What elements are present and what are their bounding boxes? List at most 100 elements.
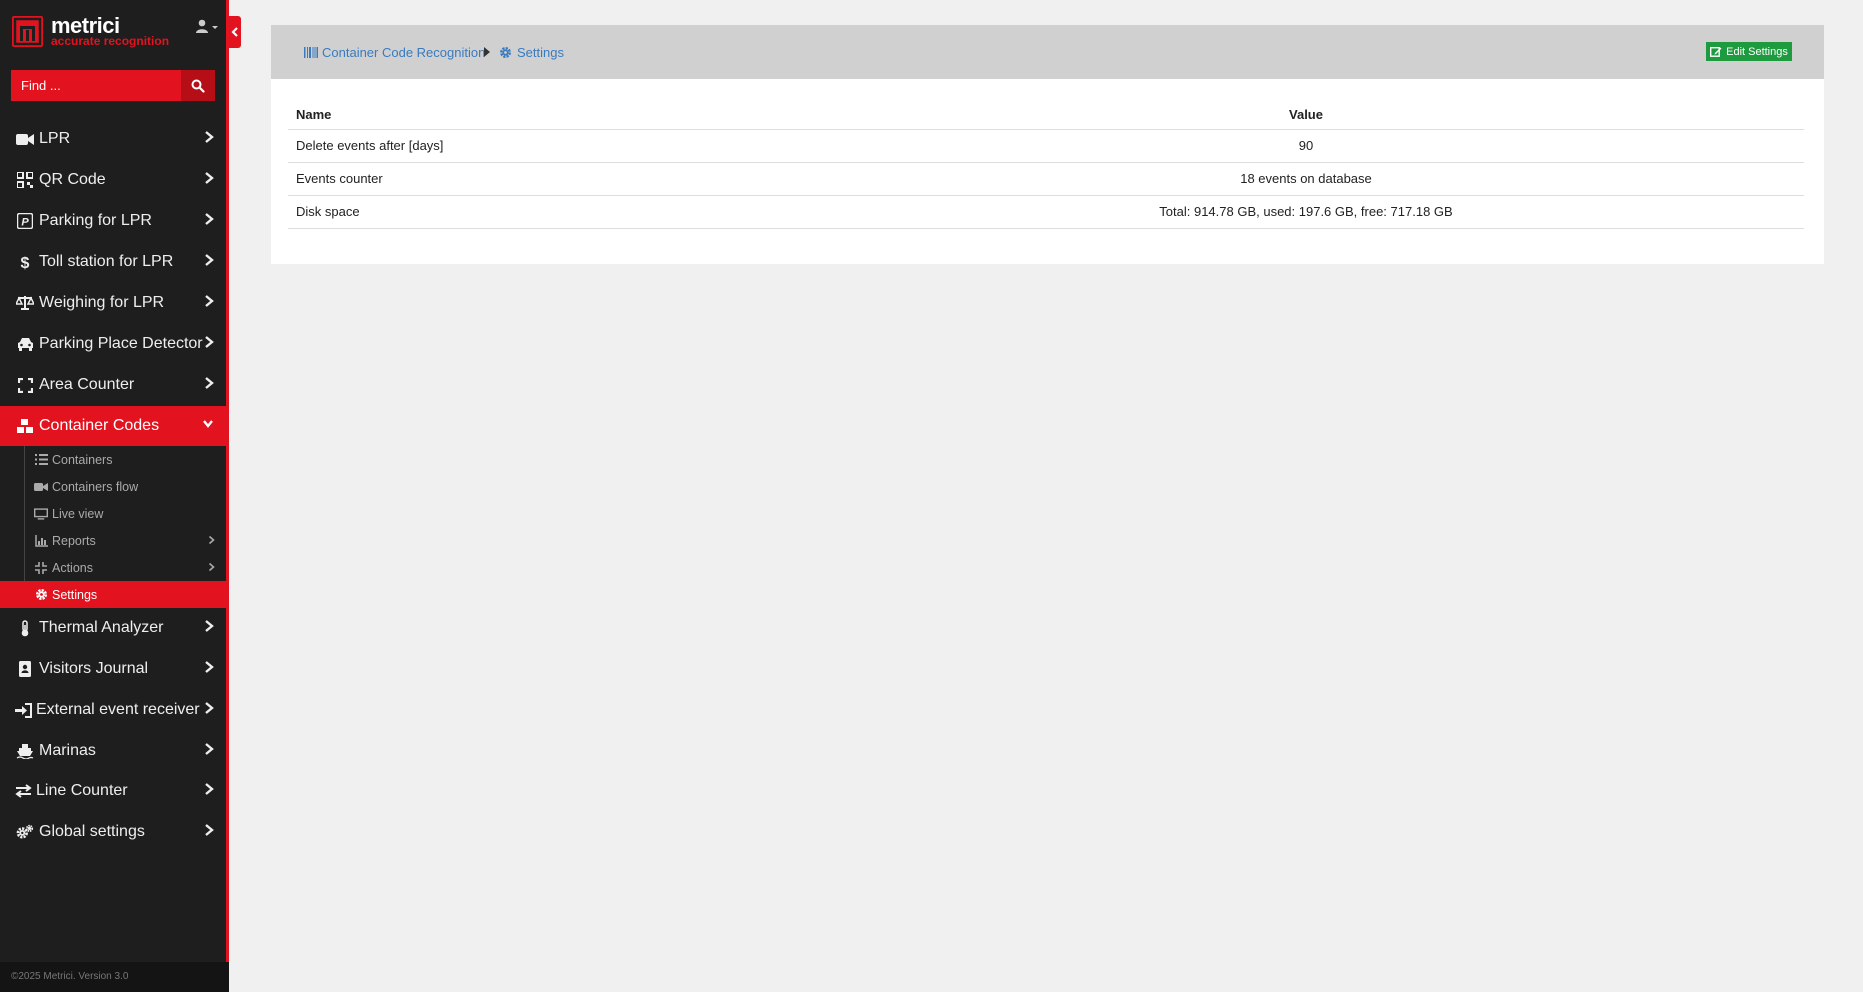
search-input[interactable]	[11, 70, 181, 101]
sidebar-item-label: Global settings	[39, 823, 145, 840]
thermometer-icon	[16, 619, 34, 636]
breadcrumb-container-code-recognition[interactable]: Container Code Recognition	[304, 44, 485, 60]
chevron-right-icon	[205, 377, 214, 389]
chevron-right-icon	[205, 824, 214, 836]
sidebar-item-label: Container Codes	[39, 417, 160, 434]
sidebar-item-label: Toll station for LPR	[39, 253, 174, 270]
gear-icon	[34, 588, 48, 601]
sidebar-item-external-event-receiver[interactable]: External event receiver	[0, 690, 229, 730]
sidebar-subitem-label: Containers flow	[52, 480, 139, 494]
sidebar-item-label: External event receiver	[36, 701, 200, 718]
sidebar-subitem-label: Settings	[52, 588, 98, 602]
sidebar-item-label: LPR	[39, 130, 71, 147]
setting-name: Delete events after [days]	[288, 129, 808, 163]
cogs-icon	[16, 824, 34, 840]
expand-icon	[16, 377, 34, 393]
breadcrumb-label: Container Code Recognition	[322, 44, 486, 60]
search-button[interactable]	[181, 70, 215, 101]
chevron-right-icon	[208, 535, 215, 545]
caret-down-icon	[212, 26, 218, 29]
sidebar-item-label: Marinas	[39, 742, 96, 759]
sidebar-subitem-actions[interactable]: Actions	[0, 554, 229, 581]
copyright: ©2025 Metrici. Version 3.0	[0, 962, 229, 992]
sidebar-search	[11, 70, 215, 101]
chevron-right-icon	[205, 172, 214, 184]
setting-value: Total: 914.78 GB, used: 197.6 GB, free: …	[808, 195, 1804, 229]
sidebar-subitem-containers-flow[interactable]: Containers flow	[0, 473, 229, 500]
chevron-right-icon	[205, 783, 214, 795]
sidebar-item-visitors-journal[interactable]: Visitors Journal	[0, 649, 229, 689]
chevron-left-icon	[231, 27, 238, 37]
monitor-icon	[34, 507, 48, 520]
edit-settings-label: Edit Settings	[1726, 45, 1788, 58]
chevron-right-icon	[205, 254, 214, 266]
sidebar-item-label: Weighing for LPR	[39, 294, 165, 311]
settings-panel: Container Code Recognition Settings Edit…	[271, 25, 1824, 264]
chevron-right-icon	[205, 336, 214, 348]
sidebar-subitem-live-view[interactable]: Live view	[0, 500, 229, 527]
ship-icon	[16, 743, 34, 759]
setting-value: 18 events on database	[808, 162, 1804, 196]
sidebar-item-thermal-analyzer[interactable]: Thermal Analyzer	[0, 608, 229, 648]
chevron-right-icon	[205, 620, 214, 632]
breadcrumb-settings[interactable]: Settings	[499, 44, 564, 60]
sidebar-subitem-label: Live view	[52, 507, 104, 521]
sidebar-subitem-settings[interactable]: Settings	[0, 581, 229, 608]
sidebar: metrici accurate recognition LPR QR Code	[0, 0, 229, 992]
edit-settings-button[interactable]: Edit Settings	[1706, 42, 1792, 61]
sidebar-subitem-containers[interactable]: Containers	[0, 446, 229, 473]
table-header-row: Name Value	[288, 101, 1804, 130]
sidebar-item-qr-code[interactable]: QR Code	[0, 160, 229, 200]
video-camera-icon	[34, 480, 48, 493]
settings-table: Name Value Delete events after [days] 90…	[288, 101, 1804, 229]
compress-icon	[34, 561, 48, 574]
sidebar-subitem-label: Actions	[52, 561, 93, 575]
sidebar-item-area-counter[interactable]: Area Counter	[0, 365, 229, 405]
sidebar-item-parking-place-detector[interactable]: Parking Place Detector	[0, 324, 229, 364]
parking-icon: P	[16, 213, 34, 229]
barcode-icon	[304, 46, 318, 59]
brand-tagline: accurate recognition	[51, 34, 170, 48]
sidebar-item-toll-station[interactable]: $ Toll station for LPR	[0, 242, 229, 282]
chevron-right-icon	[205, 702, 214, 714]
sidebar-item-label: Area Counter	[39, 376, 135, 393]
sidebar-item-global-settings[interactable]: Global settings	[0, 812, 229, 852]
gear-icon	[499, 46, 513, 59]
chevron-right-icon	[205, 661, 214, 673]
collapse-sidebar-button[interactable]	[229, 16, 241, 48]
setting-name: Disk space	[288, 195, 808, 229]
chevron-right-icon	[205, 131, 214, 143]
chevron-right-icon	[205, 213, 214, 225]
breadcrumb-label: Settings	[517, 44, 564, 60]
sidebar-item-container-codes[interactable]: Container Codes	[0, 406, 229, 446]
sidebar-subitem-label: Reports	[52, 534, 96, 548]
sidebar-item-lpr[interactable]: LPR	[0, 119, 229, 159]
sign-in-icon	[14, 702, 32, 718]
sidebar-subitem-reports[interactable]: Reports	[0, 527, 229, 554]
svg-text:$: $	[21, 255, 30, 271]
sidebar-item-label: QR Code	[39, 171, 106, 188]
sidebar-subitem-label: Containers	[52, 453, 113, 467]
setting-value: 90	[808, 129, 1804, 163]
qr-code-icon	[16, 172, 34, 188]
sidebar-item-label: Parking for LPR	[39, 212, 152, 229]
sidebar-item-marinas[interactable]: Marinas	[0, 731, 229, 771]
caret-right-icon	[484, 47, 490, 57]
svg-text:P: P	[21, 217, 29, 229]
table-row: Disk space Total: 914.78 GB, used: 197.6…	[288, 195, 1804, 229]
sidebar-item-line-counter[interactable]: Line Counter	[0, 771, 229, 811]
sidebar-item-label: Line Counter	[36, 782, 128, 799]
sidebar-item-weighing[interactable]: Weighing for LPR	[0, 283, 229, 323]
panel-header: Container Code Recognition Settings Edit…	[271, 25, 1824, 79]
table-row: Events counter 18 events on database	[288, 162, 1804, 196]
chevron-right-icon	[208, 562, 215, 572]
user-icon	[196, 19, 218, 33]
sidebar-item-parking-lpr[interactable]: P Parking for LPR	[0, 201, 229, 241]
chevron-down-icon	[203, 420, 213, 428]
sidebar-item-label: Visitors Journal	[39, 660, 149, 677]
edit-icon	[1710, 47, 1722, 57]
video-camera-icon	[16, 131, 34, 147]
chevron-right-icon	[205, 743, 214, 755]
chart-icon	[34, 534, 48, 547]
user-menu-button[interactable]	[194, 18, 222, 36]
